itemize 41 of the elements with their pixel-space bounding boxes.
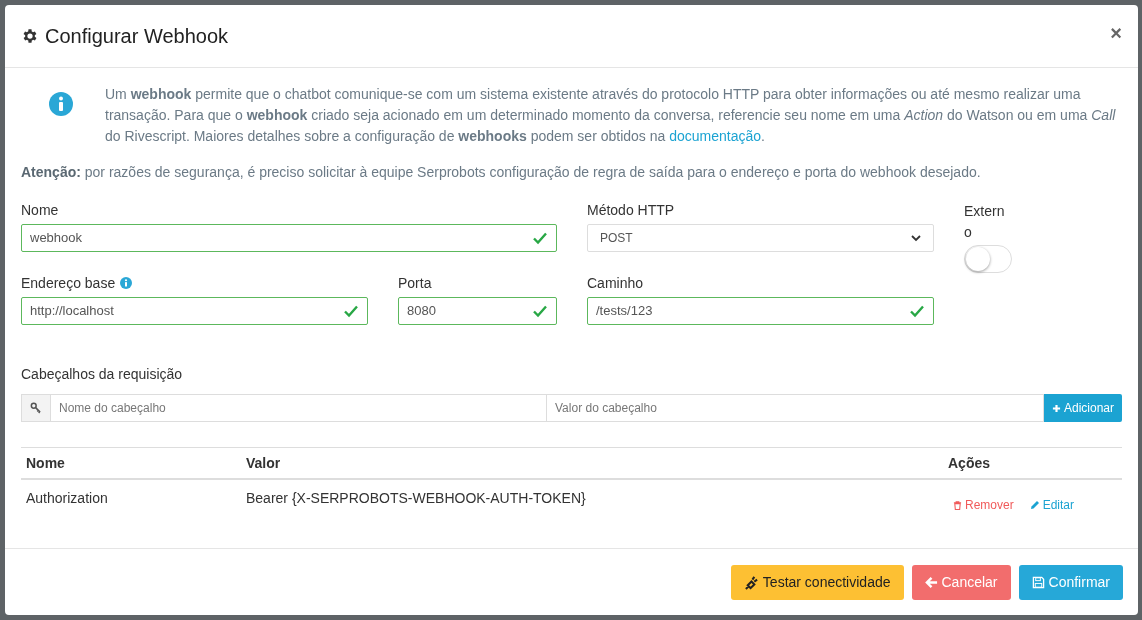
check-icon xyxy=(532,303,548,319)
column-header: Nome xyxy=(26,453,66,473)
field-label: Nome xyxy=(21,200,59,220)
toggle-switch[interactable] xyxy=(964,245,1012,273)
remove-link[interactable]: Remover xyxy=(953,492,1014,518)
column-header: Valor xyxy=(246,453,282,473)
field-label: Caminho xyxy=(587,273,644,293)
header-name-field[interactable]: Nome do cabeçalho xyxy=(51,394,547,422)
dialog-title: Configurar Webhook xyxy=(45,24,229,49)
section-label: Cabeçalhos da requisição xyxy=(21,365,184,384)
plus-icon xyxy=(1051,403,1061,413)
table-cell-text: Authorization xyxy=(26,489,109,508)
check-icon xyxy=(909,303,925,319)
save-icon xyxy=(1031,575,1045,589)
gear-icon xyxy=(21,27,39,45)
pencil-icon xyxy=(1029,500,1040,510)
edit-link[interactable]: Editar xyxy=(1029,492,1075,518)
field-label: Endereço base xyxy=(21,273,116,293)
header-value-field[interactable]: Valor do cabeçalho xyxy=(547,394,1044,422)
trash-icon xyxy=(953,500,962,510)
text-input[interactable]: http://localhost xyxy=(21,297,368,325)
info-icon xyxy=(49,92,73,116)
text-input[interactable]: 8080 xyxy=(398,297,557,325)
field-label: Método HTTP xyxy=(587,200,675,220)
method-select[interactable]: POST xyxy=(587,224,934,252)
warning-text: Atenção: por razões de segurança, é preciso solicitar à equipe Serprobots configuração de regra de saída para o endereço e porta do webhook desejado. xyxy=(21,163,982,182)
info-paragraph: Um webhook permite que o chatbot comunique-se com um sistema existente através do protocolo HTTP para obter informações ou até mesmo realizar uma transação. Para que o webhook criado seja acionado em um determinado momento da conversa, referencie seu nome em uma Action do Watson ou em uma Call do Rivescript. Maiores detalhes sobre a configuração de webhooks podem ser obtidos na documentação. xyxy=(105,85,1117,146)
chevron-down-icon xyxy=(911,233,921,243)
key-icon xyxy=(21,394,51,422)
column-header: Ações xyxy=(948,453,992,473)
check-icon xyxy=(343,303,359,319)
check-icon xyxy=(532,230,548,246)
plug-icon xyxy=(743,574,759,590)
field-label: Porta xyxy=(398,273,432,293)
field-label: Externo xyxy=(964,202,1006,242)
test-connectivity-button[interactable]: Testar conectividade xyxy=(730,564,904,600)
text-input[interactable]: webhook xyxy=(21,224,557,252)
text-input[interactable]: /tests/123 xyxy=(587,297,934,325)
arrow-left-icon xyxy=(924,575,938,589)
close-button[interactable]: × xyxy=(1110,18,1122,48)
table-cell-text: Bearer {X-SERPROBOTS-WEBHOOK-AUTH-TOKEN} xyxy=(246,489,587,508)
